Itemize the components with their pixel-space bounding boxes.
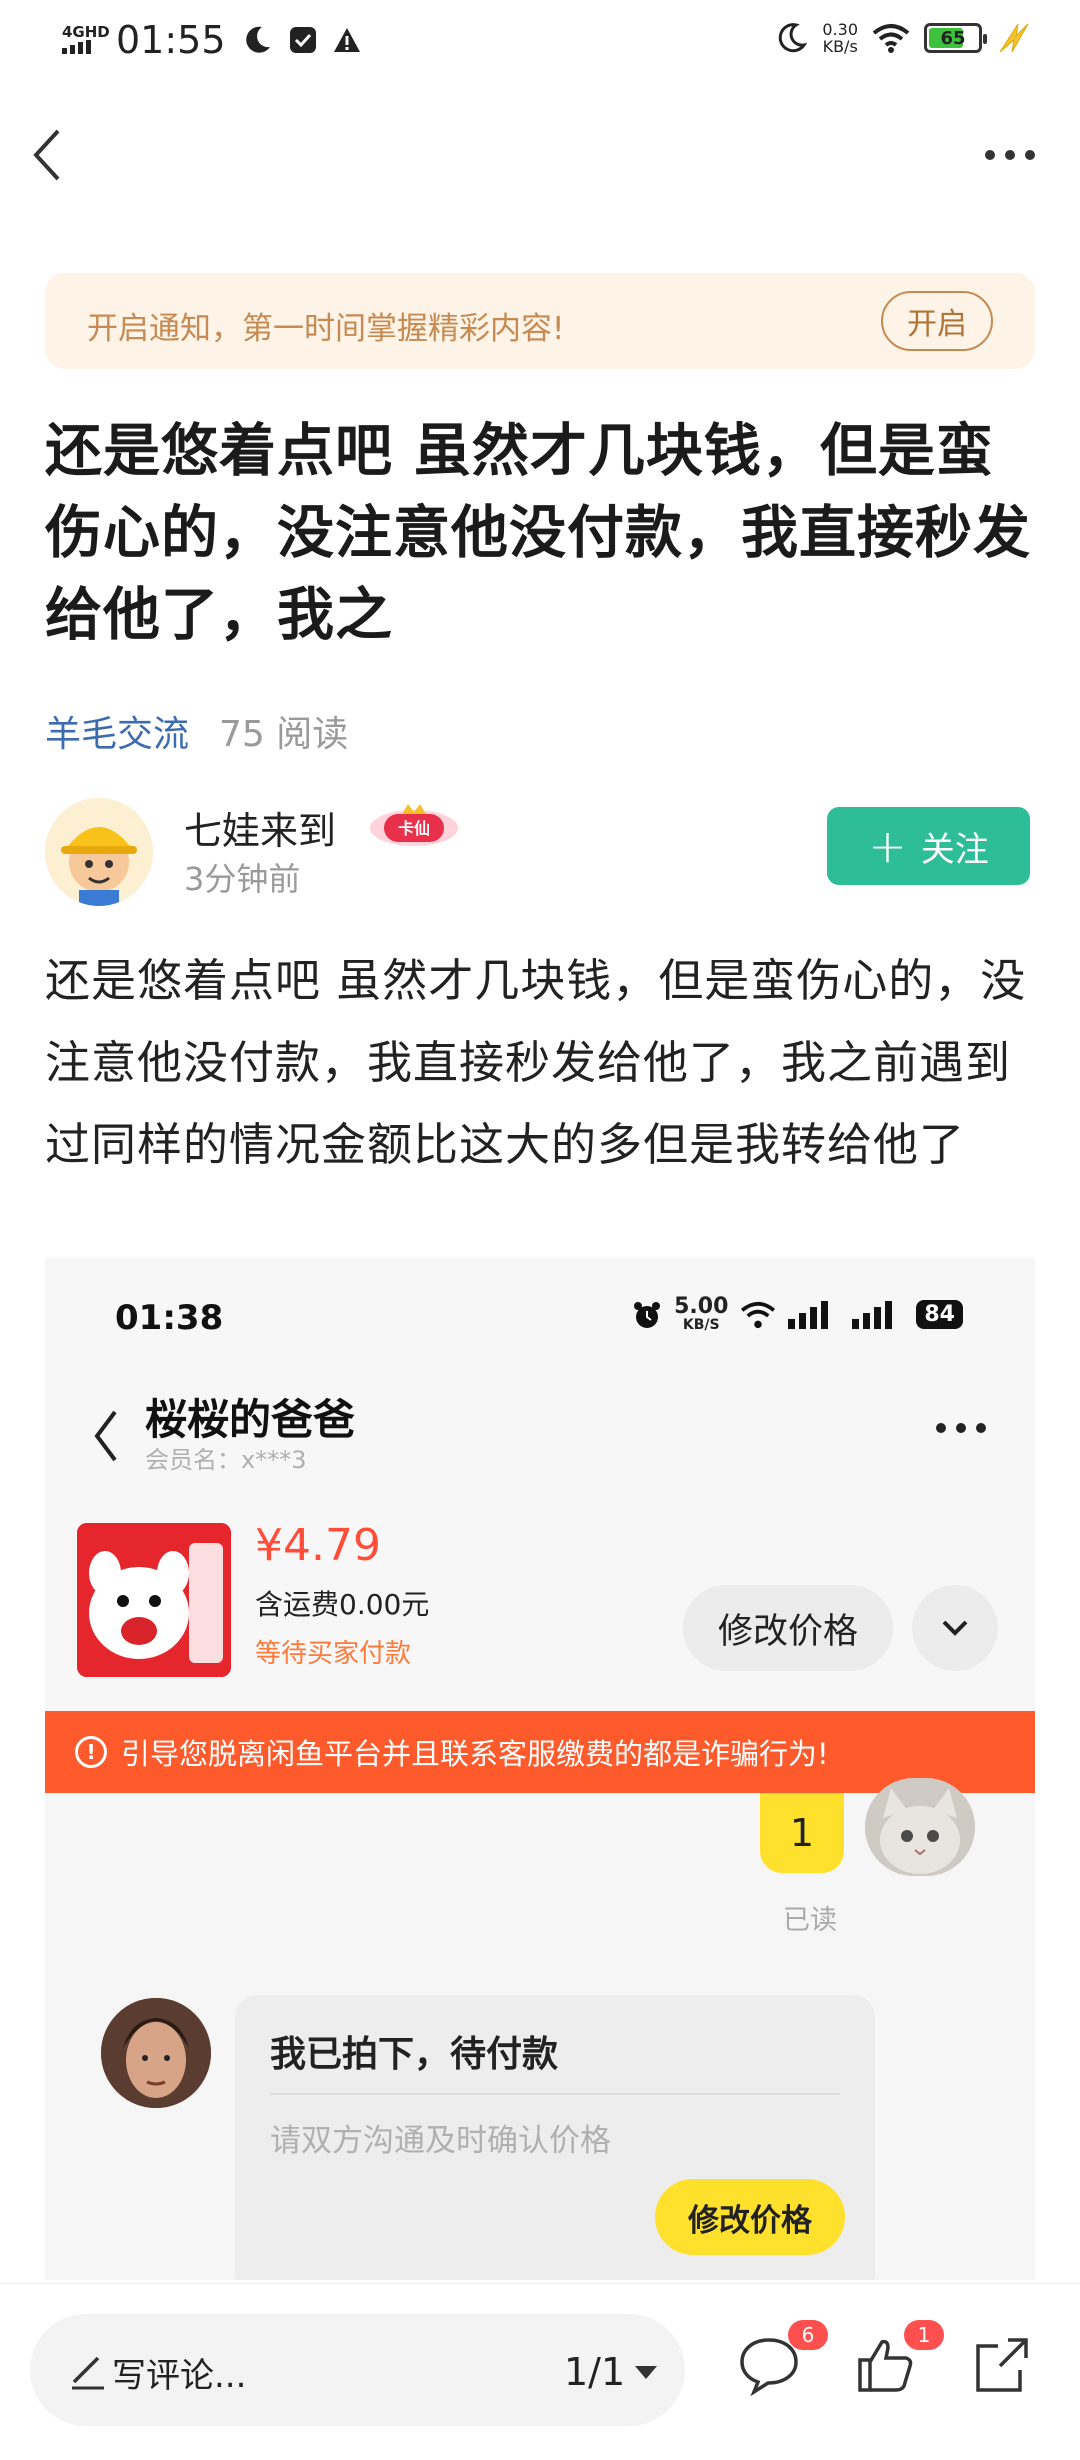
product-price: ¥4.79 — [255, 1520, 381, 1571]
author-name[interactable]: 七娃来到 — [184, 800, 336, 855]
speed-unit: KB/s — [822, 37, 858, 56]
author-avatar[interactable] — [45, 798, 153, 906]
buyer-avatar — [101, 1998, 211, 2108]
more-icon[interactable] — [980, 140, 1040, 170]
network-label: 4GHD — [62, 22, 110, 41]
network-indicator: 4GHD — [62, 24, 110, 57]
badge-icon: 卡仙 — [370, 804, 458, 846]
info-icon: ! — [75, 1736, 107, 1768]
comment-count-badge: 6 — [788, 2320, 828, 2350]
moon-icon — [245, 26, 270, 53]
signal-icon — [852, 1300, 893, 1329]
man-portrait-icon — [101, 1998, 211, 2108]
post-time: 3分钟前 — [184, 860, 301, 898]
status-time: 01:55 — [116, 18, 226, 62]
wifi-icon — [872, 24, 910, 53]
like-count-badge: 1 — [904, 2320, 944, 2350]
read-count: 75 阅读 — [219, 714, 349, 755]
follow-label: 关注 — [920, 829, 989, 870]
post-meta: 羊毛交流 75 阅读 — [45, 705, 348, 757]
cat-icon — [865, 1778, 975, 1876]
bottom-bar: 写评论... 1/1 6 1 — [0, 2283, 1080, 2460]
warning-icon — [333, 28, 360, 52]
network-speed: 0.30 KB/s — [822, 21, 858, 55]
divider — [270, 2093, 840, 2095]
cat-avatar — [865, 1778, 975, 1876]
more-icon — [936, 1423, 986, 1433]
post-title: 还是悠着点吧 虽然才几块钱，但是蛮伤心的，没注意他没付款，我直接秒发给他了，我之 — [45, 418, 1031, 648]
charging-bolt-icon — [999, 23, 1029, 53]
message-bubble: 1 — [760, 1793, 844, 1873]
shipping-fee: 含运费0.00元 — [255, 1588, 430, 1621]
post-image[interactable]: 01:38 5.00 KB/S 84 桜桜的爸爸 会员名：x***3 ¥4.79… — [45, 1258, 1035, 2280]
embedded-speed: 5.00 KB/S — [674, 1296, 728, 1333]
signal-icon — [62, 39, 91, 54]
chevron-down-icon — [942, 1620, 968, 1636]
plus-icon: + — [868, 819, 907, 873]
chat-member-id: 会员名：x***3 — [145, 1446, 307, 1474]
payment-status: 等待买家付款 — [255, 1639, 412, 1669]
enable-notification-button[interactable]: 开启 — [881, 291, 993, 351]
chat-contact-name: 桜桜的爸爸 — [145, 1395, 356, 1444]
edit-price-button: 修改价格 — [683, 1585, 893, 1671]
embedded-status-time: 01:38 — [115, 1298, 224, 1338]
share-icon[interactable] — [968, 2332, 1034, 2398]
expand-button — [912, 1585, 998, 1671]
worker-avatar-icon — [45, 798, 153, 906]
battery-icon: 65 — [924, 23, 987, 53]
read-receipt: 已读 — [783, 1905, 837, 1936]
status-bar-right: 0.30 KB/s 65 — [774, 20, 1032, 56]
category-link[interactable]: 羊毛交流 — [45, 705, 189, 757]
battery-level: 65 — [940, 27, 966, 49]
fraud-warning-text: 引导您脱离闲鱼平台并且联系客服缴费的都是诈骗行为! — [121, 1737, 829, 1771]
back-icon — [94, 1410, 117, 1462]
notification-text: 开启通知，第一时间掌握精彩内容! — [87, 311, 565, 347]
follow-button[interactable]: + 关注 — [827, 807, 1030, 885]
page-selector[interactable]: 1/1 — [564, 2350, 658, 2394]
badge-label: 卡仙 — [398, 819, 430, 838]
notification-banner: 开启通知，第一时间掌握精彩内容! 开启 — [45, 273, 1035, 369]
embedded-speed-unit: KB/S — [682, 1317, 720, 1333]
order-card: 我已拍下，待付款 请双方沟通及时确认价格 修改价格 — [235, 1995, 875, 2280]
page-indicator: 1/1 — [564, 2350, 626, 2394]
moon-icon — [779, 23, 808, 53]
alarm-icon — [634, 1301, 661, 1328]
pen-icon — [72, 2356, 104, 2390]
embedded-battery: 84 — [916, 1300, 963, 1329]
back-icon[interactable] — [28, 125, 68, 185]
fraud-warning-banner: ! 引导您脱离闲鱼平台并且联系客服缴费的都是诈骗行为! — [45, 1711, 1035, 1793]
embedded-speed-value: 5.00 — [674, 1294, 729, 1319]
wifi-icon — [741, 1301, 776, 1328]
comment-input[interactable]: 写评论... 1/1 — [30, 2314, 685, 2426]
checkbox-app-icon — [289, 27, 316, 53]
comment-placeholder: 写评论... — [112, 2356, 247, 2396]
caret-down-icon — [635, 2365, 658, 2379]
order-card-title: 我已拍下，待付款 — [270, 2034, 559, 2075]
speed-value: 0.30 — [822, 20, 858, 39]
status-bar-left: 4GHD 01:55 — [62, 18, 362, 62]
product-image — [77, 1523, 231, 1677]
signal-icon — [788, 1300, 829, 1329]
order-edit-price-button: 修改价格 — [655, 2179, 845, 2255]
embedded-status-icons: 5.00 KB/S 84 — [632, 1296, 963, 1333]
joy-dog-icon — [77, 1523, 231, 1677]
status-bar: 4GHD 01:55 0.30 KB/s 65 — [0, 0, 1080, 80]
order-card-subtitle: 请双方沟通及时确认价格 — [270, 2123, 611, 2159]
post-body: 还是悠着点吧 虽然才几块钱，但是蛮伤心的，没注意他没付款，我直接秒发给他了，我之… — [45, 954, 1027, 1171]
